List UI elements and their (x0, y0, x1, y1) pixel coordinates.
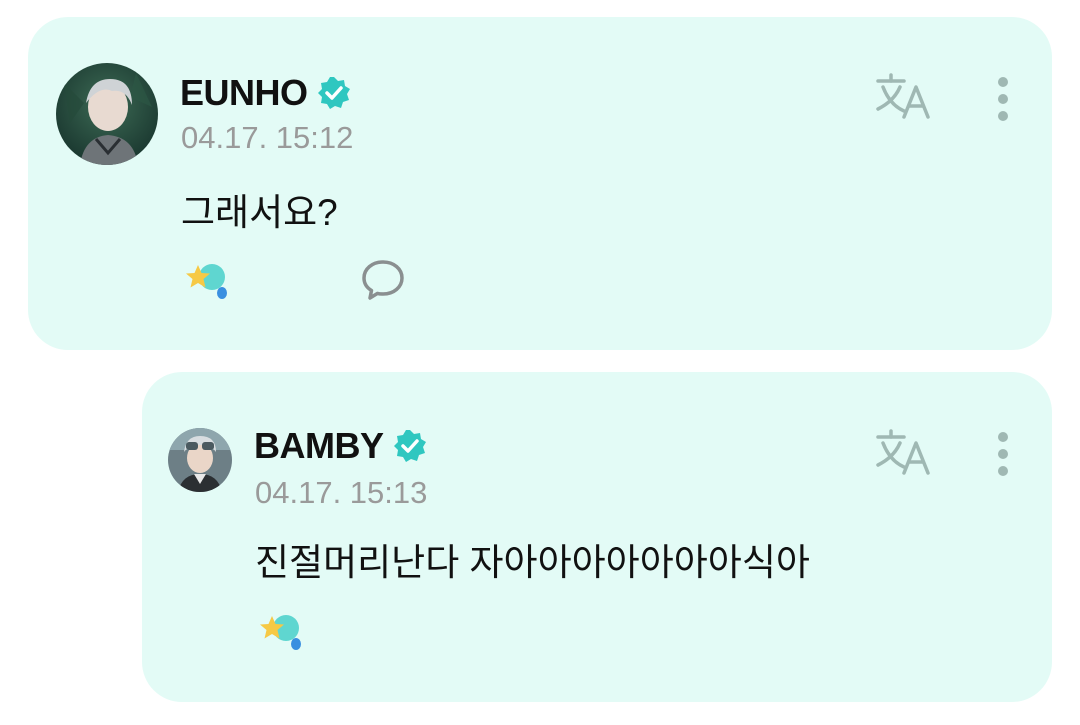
post-timestamp: 04.17. 15:12 (181, 120, 354, 155)
author-name[interactable]: BAMBY (254, 425, 384, 467)
post-message: 그래서요? (181, 192, 338, 233)
post-timestamp: 04.17. 15:13 (255, 475, 428, 510)
avatar[interactable] (56, 63, 158, 165)
post-message: 진절머리난다 자아아아아아아아식아 (255, 542, 810, 583)
verified-badge-icon (392, 428, 428, 464)
post-card-bamby: BAMBY 04.17. 15:13 진절머리난다 자아아아아아아아식아 (142, 372, 1052, 702)
verified-badge-icon (316, 75, 352, 111)
more-vertical-icon[interactable] (996, 430, 1010, 478)
avatar[interactable] (168, 428, 232, 492)
more-vertical-icon[interactable] (996, 75, 1010, 123)
translate-icon[interactable] (874, 427, 932, 477)
star-reaction-icon (256, 608, 306, 658)
reaction-button[interactable] (182, 257, 326, 307)
translate-icon[interactable] (874, 71, 932, 121)
comment-bubble-icon[interactable] (360, 258, 406, 302)
reaction-button[interactable] (256, 608, 400, 658)
author-row: EUNHO (180, 72, 352, 114)
star-reaction-icon (182, 257, 232, 307)
author-row: BAMBY (254, 425, 428, 467)
post-card-eunho: EUNHO 04.17. 15:12 그래서요? (28, 17, 1052, 350)
author-name[interactable]: EUNHO (180, 72, 308, 114)
